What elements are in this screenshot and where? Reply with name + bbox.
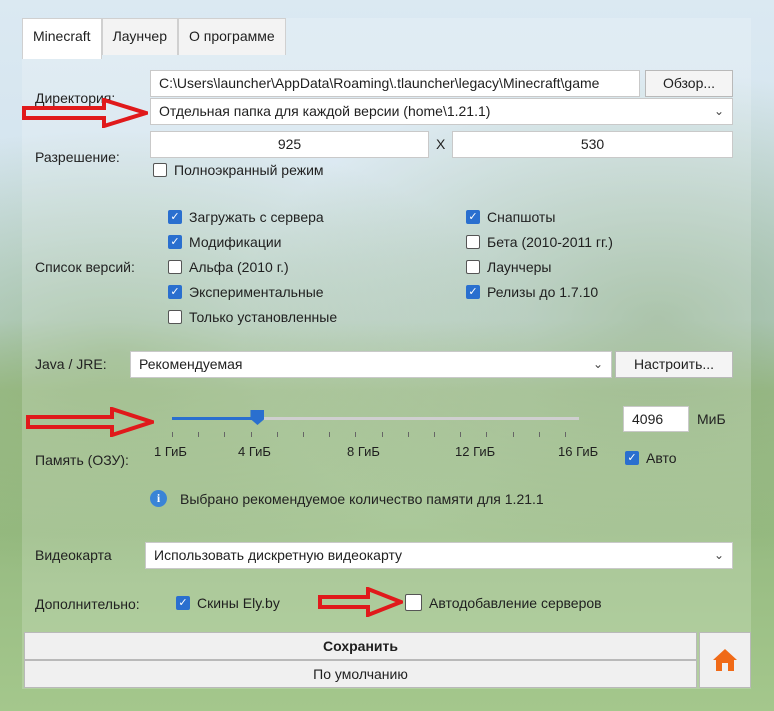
check-icon: ✓ xyxy=(466,210,480,224)
version-filter-alpha[interactable]: Альфа (2010 г.) xyxy=(168,259,289,275)
tab-bar: Minecraft Лаунчер О программе xyxy=(22,18,286,59)
memory-tick xyxy=(407,432,409,437)
version-filter-snapshots[interactable]: ✓ Снапшоты xyxy=(466,209,555,225)
version-filter-launchers[interactable]: Лаунчеры xyxy=(466,259,551,275)
resolution-width-field[interactable]: 925 xyxy=(150,131,429,158)
memory-tick xyxy=(460,432,462,437)
memory-tick xyxy=(250,432,252,437)
version-filter-label: Модификации xyxy=(189,234,282,250)
memory-tick-label: 1 ГиБ xyxy=(154,444,187,459)
java-select[interactable]: Рекомендуемая ⌄ xyxy=(130,351,612,378)
ely-skins-checkbox[interactable]: ✓ Скины Ely.by xyxy=(176,595,280,611)
memory-label: Память (ОЗУ): xyxy=(35,452,129,468)
chevron-down-icon: ⌄ xyxy=(713,104,724,118)
version-filter-beta[interactable]: Бета (2010-2011 гг.) xyxy=(466,234,613,250)
ely-skins-label: Скины Ely.by xyxy=(197,595,280,611)
memory-unit: МиБ xyxy=(697,411,726,427)
memory-tick-label: 4 ГиБ xyxy=(238,444,271,459)
version-filter-label: Только установленные xyxy=(189,309,338,325)
resolution-separator: X xyxy=(436,136,446,152)
checkbox-box xyxy=(153,163,167,177)
check-icon: ✓ xyxy=(168,235,182,249)
directory-mode-value: Отдельная папка для каждой версии (home\… xyxy=(159,103,491,119)
resolution-height-field[interactable]: 530 xyxy=(452,131,733,158)
red-arrow-icon xyxy=(318,587,403,617)
memory-tick-label: 12 ГиБ xyxy=(455,444,496,459)
autoservers-label: Автодобавление серверов xyxy=(429,594,602,611)
version-filter-label: Снапшоты xyxy=(487,209,556,225)
tab-about[interactable]: О программе xyxy=(178,18,286,55)
java-label: Java / JRE: xyxy=(35,356,107,372)
memory-auto-label: Авто xyxy=(646,450,677,466)
version-filter-label: Экспериментальные xyxy=(189,284,324,300)
memory-tick xyxy=(538,432,540,437)
version-filter-label: Бета (2010-2011 гг.) xyxy=(487,234,613,250)
memory-auto-checkbox[interactable]: ✓ Авто xyxy=(625,450,677,466)
memory-tick xyxy=(486,432,488,437)
memory-slider-fill xyxy=(172,417,258,420)
memory-tick xyxy=(355,432,357,437)
version-filter-server[interactable]: ✓ Загружать с сервера xyxy=(168,209,324,225)
fullscreen-checkbox[interactable]: Полноэкранный режим xyxy=(153,162,324,178)
version-filter-label: Лаунчеры xyxy=(487,259,552,275)
memory-tick xyxy=(198,432,200,437)
java-configure-button[interactable]: Настроить... xyxy=(615,351,733,378)
memory-tick xyxy=(303,432,304,437)
checkbox-box xyxy=(466,260,480,274)
tab-minecraft[interactable]: Minecraft xyxy=(22,18,102,59)
memory-tick xyxy=(329,432,331,437)
save-button[interactable]: Сохранить xyxy=(24,632,697,660)
resolution-label: Разрешение: xyxy=(35,149,120,165)
memory-tick xyxy=(512,432,514,437)
gpu-select[interactable]: Использовать дискретную видеокарту ⌄ xyxy=(145,542,733,569)
check-icon: ✓ xyxy=(168,285,182,299)
red-arrow-icon xyxy=(22,98,148,128)
memory-tick xyxy=(381,432,383,437)
check-icon: ✓ xyxy=(176,596,190,610)
chevron-down-icon: ⌄ xyxy=(713,548,724,562)
directory-path-field[interactable]: C:\Users\launcher\AppData\Roaming\.tlaun… xyxy=(150,70,640,97)
check-icon: ✓ xyxy=(168,210,182,224)
memory-tick xyxy=(434,432,435,437)
fullscreen-label: Полноэкранный режим xyxy=(174,162,324,178)
check-icon: ✓ xyxy=(466,285,480,299)
memory-tick xyxy=(224,432,226,437)
version-filter-label: Альфа (2010 г.) xyxy=(189,259,289,275)
memory-tick xyxy=(276,432,278,437)
memory-tick-label: 8 ГиБ xyxy=(347,444,380,459)
version-filter-experimental[interactable]: ✓ Экспериментальные xyxy=(168,284,324,300)
tab-launcher[interactable]: Лаунчер xyxy=(101,18,178,55)
home-icon xyxy=(713,649,737,671)
memory-tick xyxy=(565,432,566,437)
info-icon: i xyxy=(150,490,167,507)
version-filter-installed[interactable]: Только установленные xyxy=(168,309,337,325)
versions-label: Список версий: xyxy=(35,259,135,275)
chevron-down-icon: ⌄ xyxy=(592,357,603,371)
default-button[interactable]: По умолчанию xyxy=(24,660,697,688)
memory-value-field[interactable]: 4096 xyxy=(623,406,689,432)
memory-tick-label: 16 ГиБ xyxy=(558,444,599,459)
version-filter-mods[interactable]: ✓ Модификации xyxy=(168,234,282,250)
home-button[interactable] xyxy=(699,632,751,688)
browse-button[interactable]: Обзор... xyxy=(645,70,733,97)
checkbox-box xyxy=(168,310,182,324)
java-value: Рекомендуемая xyxy=(139,356,243,372)
checkbox-box xyxy=(466,235,480,249)
extra-label: Дополнительно: xyxy=(35,596,140,612)
red-arrow-icon xyxy=(26,407,154,437)
check-icon: ✓ xyxy=(625,451,639,465)
directory-mode-select[interactable]: Отдельная папка для каждой версии (home\… xyxy=(150,98,733,125)
memory-info-text: Выбрано рекомендуемое количество памяти … xyxy=(180,491,544,507)
gpu-label: Видеокарта xyxy=(35,547,112,563)
version-filter-releases[interactable]: ✓ Релизы до 1.7.10 xyxy=(466,284,598,300)
memory-tick xyxy=(172,432,173,437)
autoservers-checkbox[interactable]: Автодобавление серверов xyxy=(405,594,602,611)
version-filter-label: Релизы до 1.7.10 xyxy=(487,284,599,300)
version-filter-label: Загружать с сервера xyxy=(189,209,324,225)
gpu-value: Использовать дискретную видеокарту xyxy=(154,547,403,563)
checkbox-box xyxy=(405,594,422,611)
checkbox-box xyxy=(168,260,182,274)
